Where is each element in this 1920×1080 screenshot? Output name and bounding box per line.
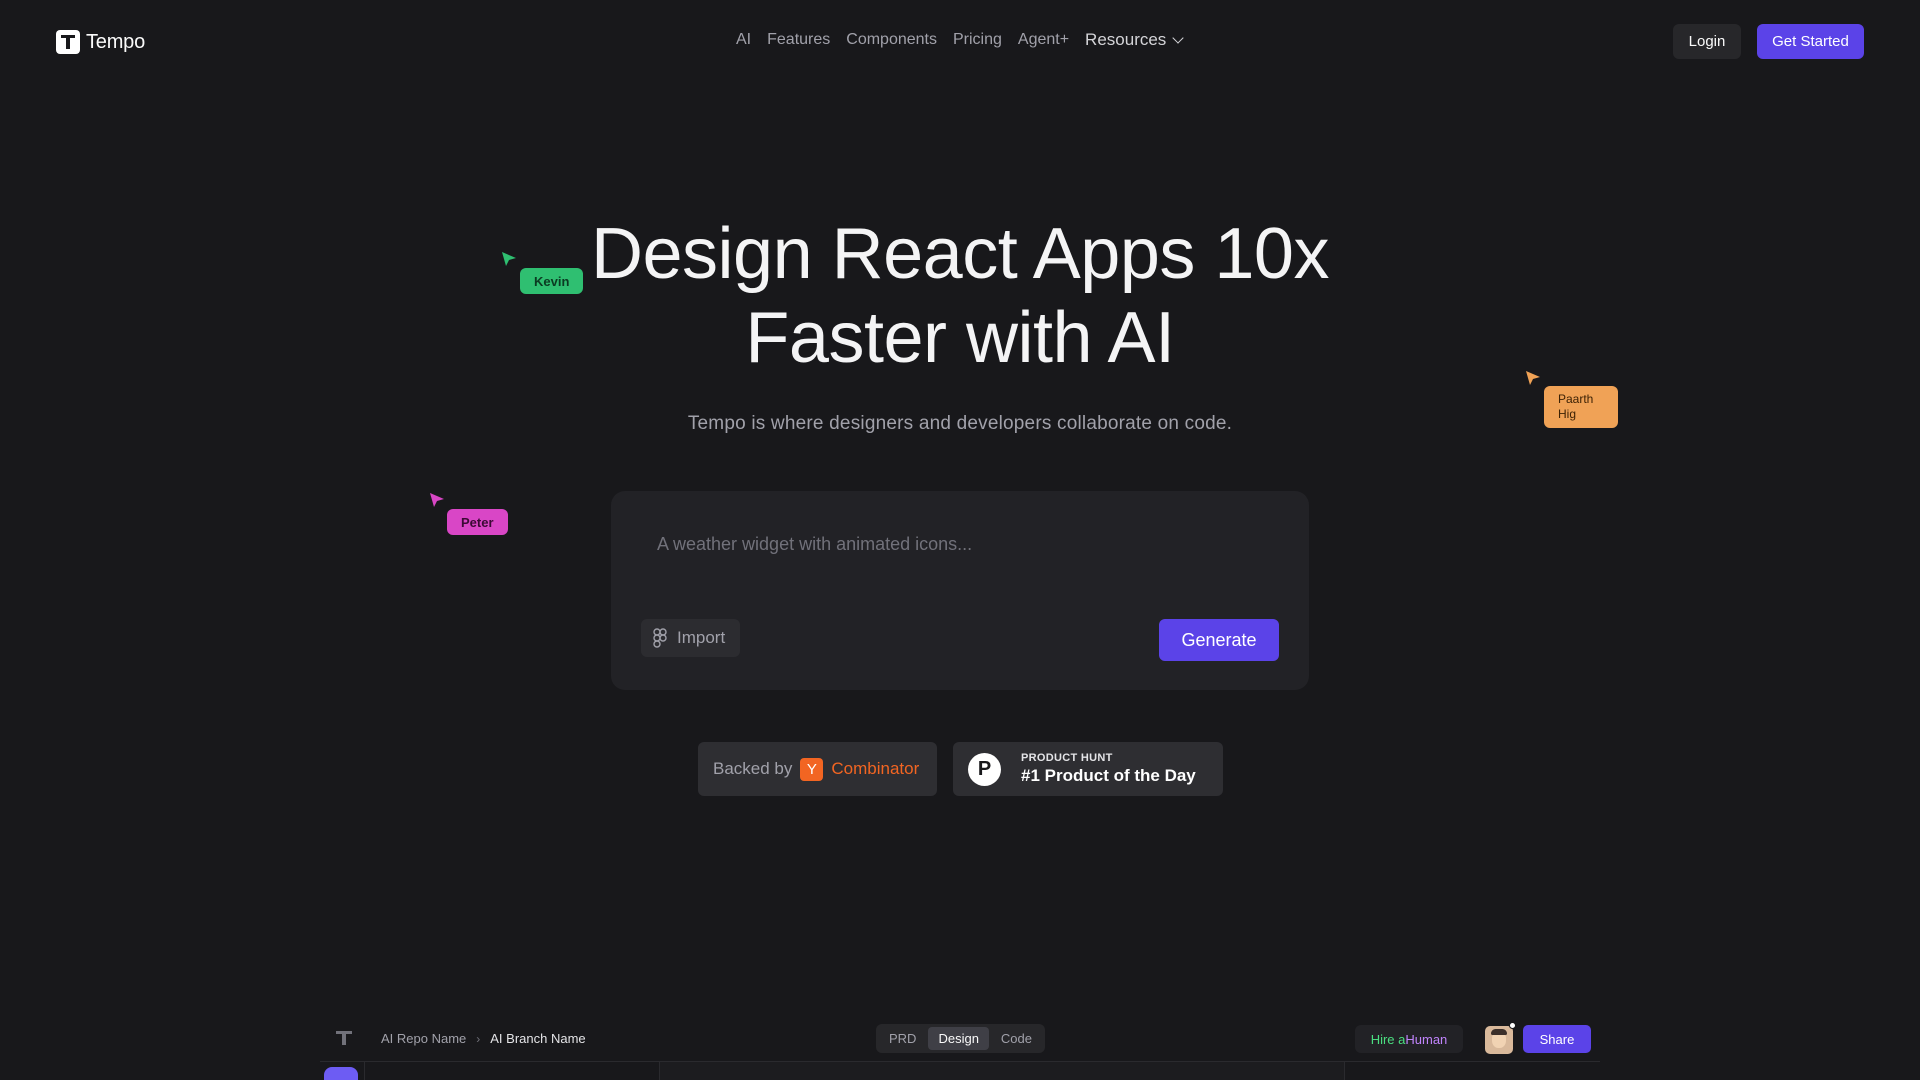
nav-links: AI Features Components Pricing Agent+ Re… — [736, 30, 1184, 50]
canvas-pane — [660, 1062, 1344, 1080]
product-hunt-text: PRODUCT HUNT #1 Product of the Day — [1021, 752, 1196, 786]
nav-link-components[interactable]: Components — [846, 31, 937, 49]
hero-title-line1: Design React Apps 10x — [591, 214, 1329, 294]
cursor-label-paarth-line2: Hig — [1558, 407, 1577, 421]
hire-a-human-button[interactable]: Hire a Human — [1355, 1025, 1463, 1053]
hero-title-line2: Faster with AI — [745, 298, 1175, 378]
breadcrumb: AI Repo Name › AI Branch Name — [381, 1031, 586, 1046]
get-started-button[interactable]: Get Started — [1757, 24, 1864, 59]
nav-resources-dropdown[interactable]: Resources — [1085, 30, 1184, 50]
product-hunt-award: #1 Product of the Day — [1021, 766, 1196, 785]
tab-prd[interactable]: PRD — [879, 1027, 926, 1050]
hero-subtitle: Tempo is where designers and developers … — [687, 413, 1233, 434]
product-hunt-badge[interactable]: P PRODUCT HUNT #1 Product of the Day — [953, 742, 1223, 796]
breadcrumb-branch[interactable]: AI Branch Name — [490, 1031, 585, 1046]
avatar-hair — [1491, 1029, 1507, 1035]
brand-name: Tempo — [86, 30, 146, 53]
cursor-label-paarth: Paarth Hig — [1544, 386, 1618, 428]
cursor-arrow-icon — [430, 493, 444, 507]
yc-name: Combinator — [831, 759, 920, 778]
nav-resources-label: Resources — [1085, 30, 1167, 49]
figma-icon — [653, 628, 667, 648]
tab-code[interactable]: Code — [991, 1027, 1042, 1050]
login-button[interactable]: Login — [1673, 24, 1741, 59]
y-combinator-badge[interactable]: Backed by Y Combinator — [698, 742, 937, 796]
avatar[interactable] — [1485, 1026, 1513, 1054]
import-button[interactable]: Import — [641, 619, 740, 657]
breadcrumb-repo[interactable]: AI Repo Name — [381, 1031, 466, 1046]
editor-toolbar: AI Repo Name › AI Branch Name PRD Design… — [320, 1014, 1600, 1062]
nav-link-ai[interactable]: AI — [736, 31, 751, 49]
nav-link-pricing[interactable]: Pricing — [953, 31, 1002, 49]
product-hunt-label: PRODUCT HUNT — [1021, 752, 1113, 764]
cursor-label-kevin: Kevin — [520, 268, 584, 294]
brand-logo[interactable]: Tempo — [56, 30, 145, 54]
editor-preview: AI Repo Name › AI Branch Name PRD Design… — [320, 1014, 1600, 1080]
sidebar-divider — [364, 1062, 365, 1080]
cursor-arrow-icon — [502, 252, 516, 266]
prompt-input[interactable] — [657, 529, 1257, 559]
share-button[interactable]: Share — [1523, 1025, 1591, 1053]
product-hunt-logo-icon: P — [968, 752, 1001, 786]
top-navigation: Tempo AI Features Components Pricing Age… — [0, 0, 1920, 84]
chevron-right-icon: › — [476, 1031, 481, 1046]
hire-label-part1: Hire a — [1370, 1031, 1406, 1047]
tempo-logo-icon — [56, 30, 80, 54]
pane-divider-right — [1344, 1062, 1345, 1080]
online-status-dot — [1509, 1022, 1516, 1029]
chevron-down-icon — [1172, 32, 1184, 44]
cursor-arrow-icon — [1526, 371, 1540, 385]
cursor-label-peter: Peter — [447, 509, 508, 535]
yc-backed-by-label: Backed by — [713, 759, 793, 778]
y-combinator-logo-icon: Y — [800, 757, 824, 781]
prompt-card: Import Generate — [611, 491, 1309, 690]
import-label: Import — [677, 628, 726, 647]
generate-button[interactable]: Generate — [1159, 619, 1279, 661]
sidebar-app-icon[interactable] — [324, 1067, 358, 1080]
tab-design[interactable]: Design — [928, 1027, 989, 1050]
nav-link-features[interactable]: Features — [767, 31, 830, 49]
editor-mode-tabs: PRD Design Code — [876, 1024, 1045, 1053]
nav-link-agent-plus[interactable]: Agent+ — [1018, 31, 1069, 49]
tempo-logo-icon — [336, 1030, 352, 1046]
hire-label-part2: Human — [1405, 1031, 1448, 1047]
hero-title: Design React Apps 10x Faster with AI — [560, 212, 1360, 380]
cursor-label-paarth-line1: Paarth — [1558, 392, 1594, 406]
